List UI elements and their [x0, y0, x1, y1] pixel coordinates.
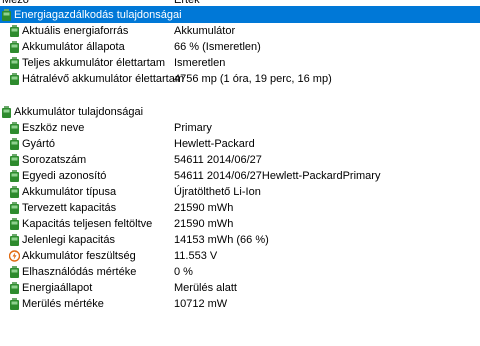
battery-icon [9, 266, 20, 278]
field-value: 4756 mp (1 óra, 19 perc, 16 mp) [174, 73, 332, 85]
field-value: 54611 2014/06/27Hewlett-PackardPrimary [174, 170, 381, 182]
list-item[interactable]: Merülés mértéke 10712 mW [0, 296, 480, 312]
list-item[interactable]: Gyártó Hewlett-Packard [0, 136, 480, 152]
battery-icon [9, 282, 20, 294]
section-header[interactable]: Energiagazdálkodás tulajdonságai [0, 6, 480, 23]
field-value: 21590 mWh [174, 202, 234, 214]
field-name: Energiaállapot [22, 282, 93, 294]
battery-icon [9, 170, 20, 182]
field-value: 21590 mWh [174, 218, 234, 230]
field-value: Ismeretlen [174, 57, 226, 69]
list-item[interactable]: Sorozatszám 54611 2014/06/27 [0, 152, 480, 168]
battery-icon [9, 298, 20, 310]
list-item[interactable]: Aktuális energiaforrás Akkumulátor [0, 23, 480, 39]
field-name: Aktuális energiaforrás [22, 25, 129, 37]
field-value: Merülés alatt [174, 282, 237, 294]
section-title: Energiagazdálkodás tulajdonságai [14, 8, 182, 21]
voltage-icon [8, 250, 21, 262]
field-name: Gyártó [22, 138, 56, 150]
field-value: 11.553 V [174, 250, 218, 262]
field-value: Újratölthető Li-Ion [174, 186, 261, 198]
list-item[interactable]: Egyedi azonosító 54611 2014/06/27Hewlett-… [0, 168, 480, 184]
field-value: Hewlett-Packard [174, 138, 255, 150]
battery-icon [9, 138, 20, 150]
field-name: Kapacitás teljesen feltöltve [22, 218, 153, 230]
field-name: Hátralévő akkumulátor élettartam [22, 73, 185, 85]
field-name: Elhasználódás mértéke [22, 266, 137, 278]
field-value: 66 % (Ismeretlen) [174, 41, 261, 53]
field-name: Tervezett kapacitás [22, 202, 117, 214]
battery-icon [1, 105, 12, 118]
field-value: Akkumulátor [174, 25, 236, 37]
list-item[interactable]: Tervezett kapacitás 21590 mWh [0, 200, 480, 216]
field-name: Eszköz neve [22, 122, 85, 134]
battery-icon [1, 8, 12, 21]
field-name: Akkumulátor típusa [22, 186, 117, 198]
field-name: Jelenlegi kapacitás [22, 234, 115, 246]
field-name: Egyedi azonosító [22, 170, 107, 182]
field-name: Akkumulátor feszültség [22, 250, 136, 262]
field-value: 0 % [174, 266, 193, 278]
section-title: Akkumulátor tulajdonságai [14, 105, 144, 118]
field-name: Merülés mértéke [22, 298, 104, 310]
battery-icon [9, 218, 20, 230]
section-header[interactable]: Akkumulátor tulajdonságai [0, 103, 480, 120]
list-item[interactable]: Elhasználódás mértéke 0 % [0, 264, 480, 280]
battery-icon [9, 57, 20, 69]
battery-icon [9, 234, 20, 246]
battery-icon [9, 122, 20, 134]
battery-icon [9, 41, 20, 53]
list-item[interactable]: Kapacitás teljesen feltöltve 21590 mWh [0, 216, 480, 232]
field-name: Teljes akkumulátor élettartam [22, 57, 166, 69]
list-item[interactable]: Eszköz neve Primary [0, 120, 480, 136]
battery-icon [9, 73, 20, 85]
list-item[interactable]: Hátralévő akkumulátor élettartam 4756 mp … [0, 71, 480, 87]
list-item[interactable]: Energiaállapot Merülés alatt [0, 280, 480, 296]
field-name: Sorozatszám [22, 154, 87, 166]
field-name: Akkumulátor állapota [22, 41, 125, 53]
list-item[interactable]: Akkumulátor állapota 66 % (Ismeretlen) [0, 39, 480, 55]
list-item[interactable]: Akkumulátor típusa Újratölthető Li-Ion [0, 184, 480, 200]
battery-icon [9, 154, 20, 166]
field-value: 54611 2014/06/27 [174, 154, 262, 166]
list-item[interactable]: Jelenlegi kapacitás 14153 mWh (66 %) [0, 232, 480, 248]
battery-icon [9, 202, 20, 214]
field-value: 10712 mW [174, 298, 228, 310]
battery-icon [9, 25, 20, 37]
field-value: Primary [174, 122, 212, 134]
list-item[interactable]: Teljes akkumulátor élettartam Ismeretlen [0, 55, 480, 71]
field-value: 14153 mWh (66 %) [174, 234, 269, 246]
battery-icon [9, 186, 20, 198]
list-item[interactable]: Akkumulátor feszültség 11.553 V [0, 248, 480, 264]
